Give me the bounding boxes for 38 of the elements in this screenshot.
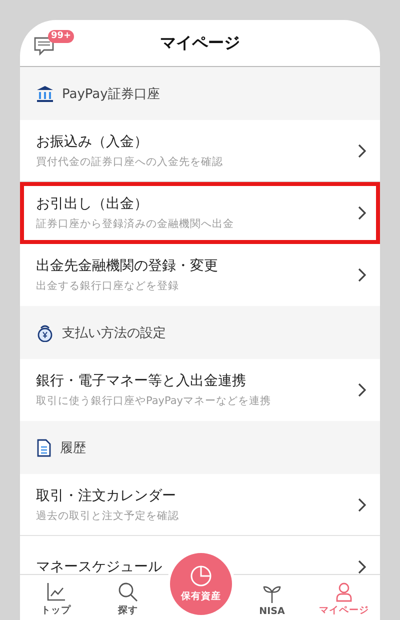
section-title: PayPay証券口座 xyxy=(62,86,160,102)
tab-item[interactable]: NISA xyxy=(236,575,308,620)
menu-row[interactable]: 取引・注文カレンダー 過去の取引と注文予定を確認 xyxy=(20,474,380,536)
chevron-icon xyxy=(358,268,366,282)
row-subtitle: 買付代金の証券口座への入金先を確認 xyxy=(36,154,224,168)
row-title: 取引・注文カレンダー xyxy=(36,486,177,504)
section-title: 履歴 xyxy=(60,440,86,456)
menu-row[interactable]: お振込み（入金） 買付代金の証券口座への入金先を確認 xyxy=(20,120,380,182)
row-title: お振込み（入金） xyxy=(36,132,149,150)
menu-row[interactable]: 出金先金融機関の登録・変更 出金する銀行口座などを登録 xyxy=(20,244,380,306)
person-icon xyxy=(334,582,354,602)
row-subtitle: 証券口座から登録済みの金融機関へ出金 xyxy=(36,216,235,230)
line-chart-icon xyxy=(46,582,66,602)
menu-row[interactable]: お引出し（出金） 証券口座から登録済みの金融機関へ出金 xyxy=(20,182,380,244)
coin-purse-icon xyxy=(36,324,54,342)
chevron-icon xyxy=(358,383,366,397)
pie-chart-icon xyxy=(190,565,212,587)
chevron-icon xyxy=(358,206,366,220)
section-title: 支払い方法の設定 xyxy=(62,324,166,342)
chevron-icon xyxy=(358,560,366,574)
notification-badge: 99+ xyxy=(48,30,74,43)
row-subtitle: 過去の取引と注文予定を確認 xyxy=(36,508,180,522)
tab-item[interactable]: 探す xyxy=(92,575,164,620)
tab-item[interactable]: トップ xyxy=(20,575,92,620)
row-title: お引出し（出金） xyxy=(36,194,149,212)
row-subtitle: 取引に使う銀行口座やPayPayマネーなどを連携 xyxy=(36,394,272,408)
bank-icon xyxy=(36,84,54,102)
search-icon xyxy=(118,582,138,602)
row-title: 銀行・電子マネー等と入出金連携 xyxy=(36,372,247,390)
page-title: マイページ xyxy=(160,32,240,54)
document-icon xyxy=(36,438,52,456)
row-subtitle: 出金する銀行口座などを登録 xyxy=(36,279,180,293)
row-title: マネースケジュール xyxy=(36,558,163,574)
chevron-icon xyxy=(358,144,366,158)
menu-row[interactable]: 銀行・電子マネー等と入出金連携 取引に使う銀行口座やPayPayマネーなどを連携 xyxy=(20,359,380,421)
chevron-icon xyxy=(358,498,366,512)
sprout-icon xyxy=(262,584,282,604)
row-title: 出金先金融機関の登録・変更 xyxy=(36,257,219,275)
